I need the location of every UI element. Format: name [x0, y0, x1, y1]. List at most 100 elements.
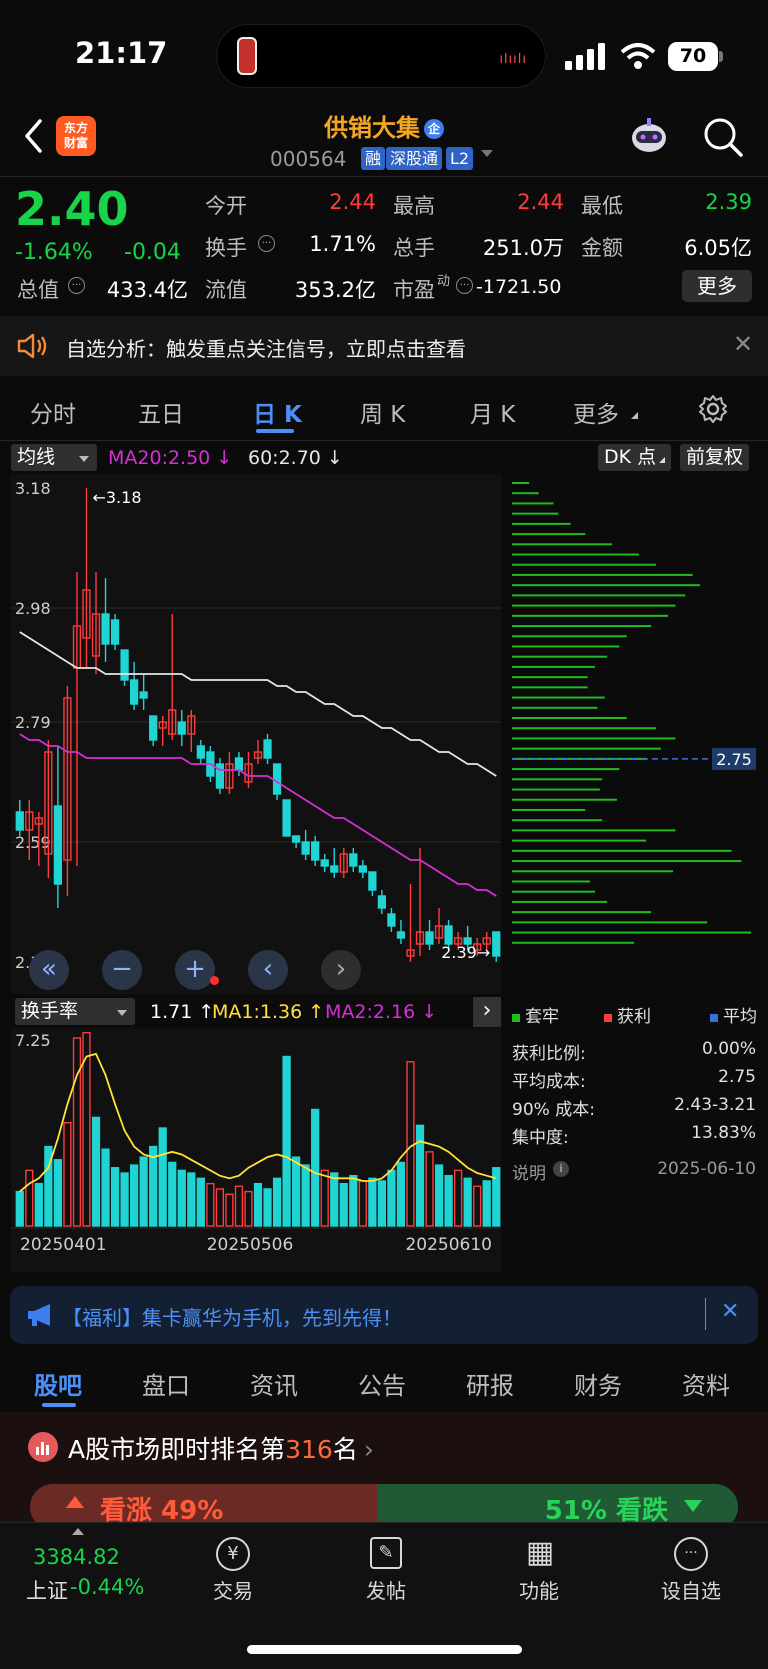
- legend-trapped-label: 套牢: [525, 1007, 559, 1027]
- adjust-button[interactable]: 前复权: [680, 444, 750, 471]
- tab-finance[interactable]: 财务: [574, 1366, 622, 1401]
- candle: [425, 931, 434, 945]
- tab-weekly-k[interactable]: 周 K: [360, 395, 405, 429]
- chip-bar: [512, 635, 627, 638]
- turnover-bar: [263, 1188, 272, 1227]
- info-icon[interactable]: ···: [456, 277, 473, 294]
- close-icon[interactable]: ✕: [733, 330, 753, 358]
- tab-pankou[interactable]: 盘口: [142, 1366, 190, 1401]
- bull-arrow-icon[interactable]: [66, 1496, 84, 1508]
- chip-bar: [512, 931, 752, 934]
- tab-daily-k[interactable]: 日 K: [253, 395, 302, 429]
- scroll-right-button[interactable]: ›: [321, 950, 361, 990]
- chip-bar: [512, 533, 586, 536]
- tab-intraday[interactable]: 分时: [30, 395, 76, 429]
- zoom-out-fast-button[interactable]: «: [29, 950, 69, 990]
- active-tab-indicator: [42, 1403, 76, 1407]
- more-button[interactable]: 更多: [682, 270, 752, 302]
- close-icon[interactable]: ✕: [721, 1299, 739, 1324]
- dk-point-button[interactable]: DK 点: [598, 444, 672, 471]
- tab-monthly-k[interactable]: 月 K: [470, 395, 515, 429]
- red-dot-badge: [210, 976, 219, 985]
- expand-indicator-button[interactable]: ›: [473, 997, 501, 1027]
- zoom-in-button[interactable]: +: [175, 950, 215, 990]
- profit-ratio-label: 获利比例:: [512, 1044, 586, 1064]
- turnover-bar: [177, 1169, 186, 1227]
- stock-name: 供销大集: [324, 114, 420, 142]
- robot-assistant-icon[interactable]: [626, 114, 672, 160]
- corner-icon: [659, 457, 666, 463]
- rank-text: A股市场即时排名第316名 ›: [68, 1430, 374, 1466]
- turnover-chart[interactable]: 7.25 20250401 20250506 20250610: [0, 1028, 502, 1272]
- tab-five-day[interactable]: 五日: [138, 395, 184, 429]
- turnover-bar: [168, 1161, 177, 1227]
- post-icon[interactable]: ✎: [370, 1537, 402, 1569]
- promo-banner[interactable]: 【福利】集卡赢华为手机，先到先得！ ✕: [10, 1286, 758, 1344]
- bear-arrow-icon[interactable]: [684, 1500, 702, 1512]
- wifi-icon: [620, 43, 656, 69]
- tab-profile[interactable]: 资料: [682, 1366, 730, 1401]
- nav-post[interactable]: 发帖: [346, 1575, 426, 1604]
- scroll-left-button[interactable]: ‹: [248, 950, 288, 990]
- turnover-bar: [377, 1180, 387, 1227]
- tab-more[interactable]: 更多: [573, 395, 619, 429]
- index-value[interactable]: 3384.82: [33, 1545, 120, 1569]
- expand-up-icon[interactable]: [72, 1528, 84, 1535]
- turnover-bar: [15, 1190, 24, 1227]
- chip-bar: [512, 625, 652, 628]
- change-percent: -1.64%: [15, 240, 93, 265]
- tab-announcements[interactable]: 公告: [358, 1366, 406, 1401]
- home-indicator: [247, 1645, 522, 1654]
- gear-icon[interactable]: [698, 394, 728, 424]
- turnover-bar: [34, 1182, 43, 1227]
- tab-guba[interactable]: 股吧: [34, 1366, 82, 1401]
- turnover-bar: [463, 1177, 472, 1227]
- tag-level2: L2: [446, 147, 474, 170]
- candle: [272, 763, 282, 795]
- tab-news[interactable]: 资讯: [250, 1366, 298, 1401]
- chip-bar: [512, 665, 595, 668]
- chip-bar: [512, 921, 708, 924]
- tag-connect: 深股通: [386, 147, 443, 170]
- indicator-select[interactable]: 换手率: [15, 998, 135, 1025]
- candle: [368, 871, 377, 891]
- mktcap-label: 总值: [17, 278, 59, 302]
- megaphone-icon: [28, 1304, 50, 1326]
- k-line-chart[interactable]: 3.182.982.792.592.39←3.182.39→2.75: [0, 474, 768, 994]
- banner-text: 【福利】集卡赢华为手机，先到先得！: [62, 1306, 402, 1330]
- chip-bar: [512, 512, 559, 515]
- indicator-select-label: 换手率: [21, 1000, 79, 1022]
- chip-bar: [512, 768, 620, 771]
- nav-trade[interactable]: 交易: [193, 1575, 273, 1604]
- info-icon[interactable]: i: [553, 1161, 569, 1177]
- search-icon[interactable]: [702, 116, 744, 158]
- function-icon[interactable]: ▦: [523, 1535, 557, 1571]
- trade-icon[interactable]: ¥: [216, 1537, 250, 1571]
- info-icon[interactable]: ···: [68, 277, 85, 294]
- notice-bar[interactable]: 自选分析：触发重点关注信号，立即点击查看 ✕: [0, 316, 768, 376]
- candle: [282, 799, 291, 837]
- zoom-out-button[interactable]: −: [102, 950, 142, 990]
- mktcap-value: 433.4亿: [106, 278, 188, 302]
- banner-divider: [705, 1298, 706, 1330]
- note-label[interactable]: 说明: [512, 1159, 546, 1184]
- code-dropdown-icon[interactable]: [481, 150, 493, 157]
- chip-bar: [512, 798, 617, 801]
- change-amount: -0.04: [124, 240, 181, 265]
- pe-label: 市盈: [393, 278, 435, 302]
- rank-icon: [28, 1432, 58, 1462]
- chip-bar: [512, 829, 676, 832]
- nav-function[interactable]: 功能: [499, 1575, 579, 1604]
- rank-section[interactable]: A股市场即时排名第316名 › 看涨 49% 51% 看跌: [0, 1412, 768, 1530]
- tab-research[interactable]: 研报: [466, 1366, 514, 1401]
- dynamic-island: ılıılı: [216, 24, 546, 88]
- candle: [320, 859, 329, 867]
- watchlist-icon[interactable]: ···: [674, 1537, 708, 1571]
- legend-swatch: [604, 1014, 612, 1022]
- candle: [139, 691, 148, 699]
- ma-select[interactable]: 均线: [11, 444, 97, 471]
- nav-add-watchlist[interactable]: 设自选: [651, 1575, 731, 1604]
- legend-average: 平均: [710, 1002, 757, 1027]
- info-icon[interactable]: ···: [258, 235, 275, 252]
- turnover-bar: [196, 1177, 205, 1227]
